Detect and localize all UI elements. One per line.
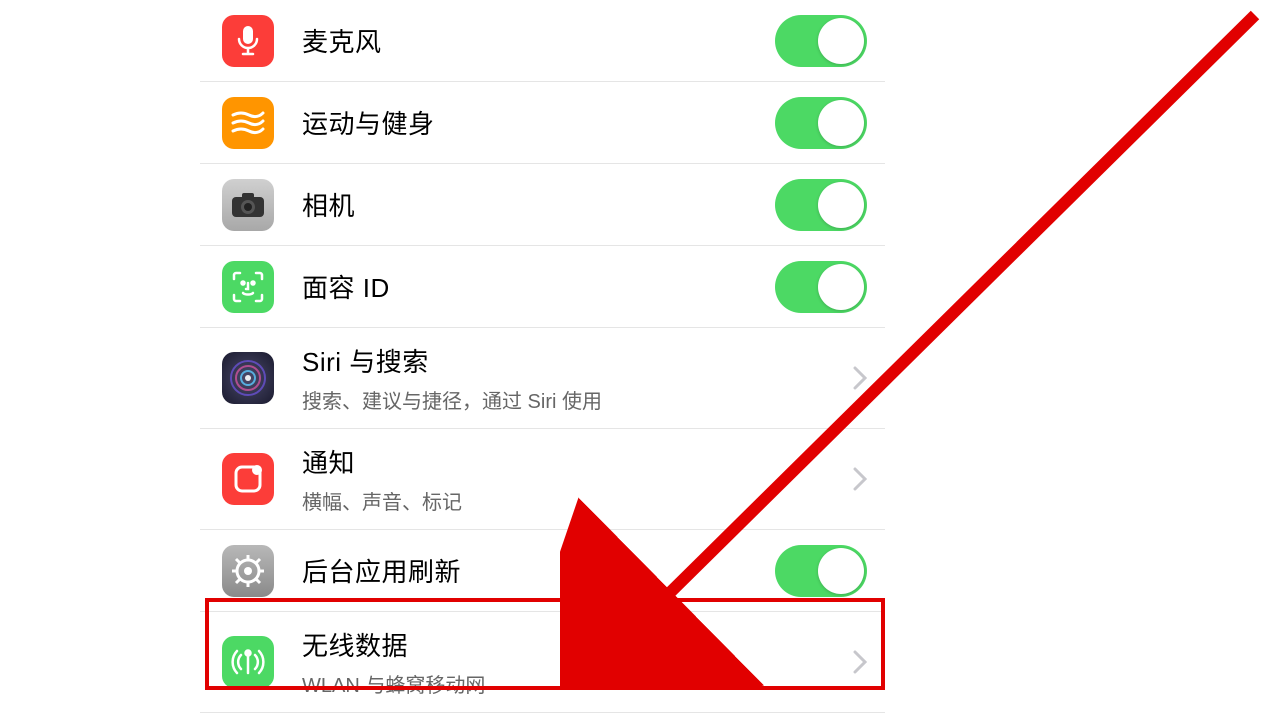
row-faceid[interactable]: 面容 ID [200,246,885,328]
row-notifications[interactable]: 通知 横幅、声音、标记 [200,429,885,530]
fitness-icon [222,97,274,149]
chevron-right-icon [853,467,867,491]
toggle-camera[interactable] [775,179,867,231]
row-fitness[interactable]: 运动与健身 [200,82,885,164]
wireless-icon [222,636,274,688]
faceid-icon [222,261,274,313]
row-wireless-label: 无线数据 [302,626,853,663]
siri-icon [222,352,274,404]
row-siri-sublabel: 搜索、建议与捷径，通过 Siri 使用 [302,385,853,414]
row-camera[interactable]: 相机 [200,164,885,246]
row-siri-label: Siri 与搜索 [302,342,853,379]
row-wireless-data[interactable]: 无线数据 WLAN 与蜂窝移动网 [200,612,885,713]
settings-list: 麦克风 运动与健身 [200,0,885,713]
row-faceid-label: 面容 ID [302,268,775,305]
row-background-refresh[interactable]: 后台应用刷新 [200,530,885,612]
row-notifications-sublabel: 横幅、声音、标记 [302,486,853,515]
toggle-bgrefresh[interactable] [775,545,867,597]
row-camera-label: 相机 [302,186,775,223]
notifications-icon [222,453,274,505]
camera-icon [222,179,274,231]
microphone-icon [222,15,274,67]
row-siri[interactable]: Siri 与搜索 搜索、建议与捷径，通过 Siri 使用 [200,328,885,429]
toggle-fitness[interactable] [775,97,867,149]
row-fitness-label: 运动与健身 [302,104,775,141]
gear-icon [222,545,274,597]
chevron-right-icon [853,650,867,674]
row-wireless-sublabel: WLAN 与蜂窝移动网 [302,669,853,698]
row-bgrefresh-label: 后台应用刷新 [302,552,775,589]
row-microphone[interactable]: 麦克风 [200,0,885,82]
row-microphone-label: 麦克风 [302,22,775,59]
toggle-microphone[interactable] [775,15,867,67]
toggle-faceid[interactable] [775,261,867,313]
chevron-right-icon [853,366,867,390]
row-notifications-label: 通知 [302,443,853,480]
